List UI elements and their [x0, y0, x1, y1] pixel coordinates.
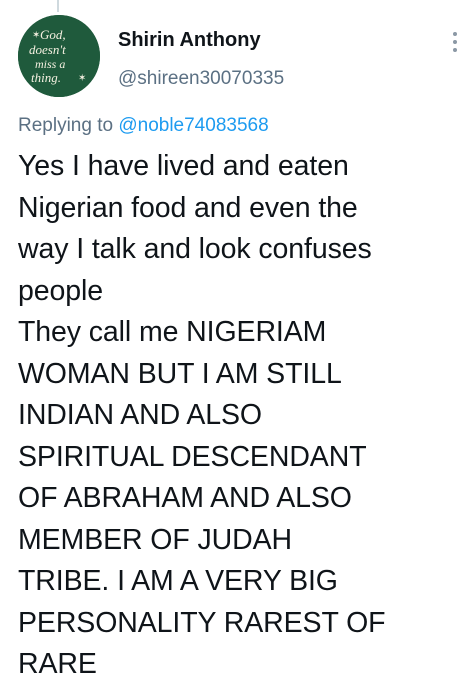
tweet-text-line: WOMAN BUT I AM STILL	[18, 357, 342, 390]
replying-to: Replying to @noble74083568	[18, 113, 269, 139]
svg-text:✶: ✶	[78, 73, 86, 84]
tweet-text-line: INDIAN AND ALSO	[18, 399, 262, 431]
tweet-text-line: MEMBER OF JUDAH	[18, 523, 293, 556]
svg-text:God,: God,	[40, 27, 66, 42]
more-options-button[interactable]	[447, 28, 463, 60]
replying-to-mention-link[interactable]: @noble74083568	[118, 115, 268, 136]
tweet-text-line: people	[18, 274, 103, 307]
svg-text:thing.: thing.	[31, 70, 61, 85]
author-display-name[interactable]: Shirin Anthony	[118, 26, 284, 54]
tweet-text-line: OF ABRAHAM AND ALSO	[18, 482, 352, 514]
tweet-text-line: Yes I have lived and eaten	[18, 150, 349, 182]
tweet-text: Yes I have lived and eaten Nigerian food…	[18, 146, 463, 686]
tweet-text-line: They call me NIGERIAM	[18, 316, 327, 348]
tweet-author: Shirin Anthony @shireen30070335	[118, 26, 284, 91]
avatar[interactable]: ✶ God, doesn't miss a thing. ✶	[18, 15, 100, 97]
tweet-text-line: way I talk and look confuses	[18, 233, 372, 265]
tweet-text-line: TRIBE. I AM A VERY BIG	[18, 565, 338, 597]
more-vertical-icon	[453, 32, 457, 52]
tweet-text-line: Nigerian food and even the	[18, 191, 358, 224]
replying-to-prefix: Replying to	[18, 115, 114, 136]
tweet-text-line: RARE	[18, 648, 97, 680]
svg-text:doesn't: doesn't	[29, 42, 66, 57]
tweet-text-line: PERSONALITY RAREST OF	[18, 606, 386, 639]
author-handle[interactable]: @shireen30070335	[118, 67, 284, 91]
thread-connector-line	[57, 0, 59, 12]
svg-text:miss a: miss a	[35, 57, 65, 71]
avatar-image: ✶ God, doesn't miss a thing. ✶	[18, 15, 100, 97]
tweet-text-line: SPIRITUAL DESCENDANT	[18, 440, 367, 473]
